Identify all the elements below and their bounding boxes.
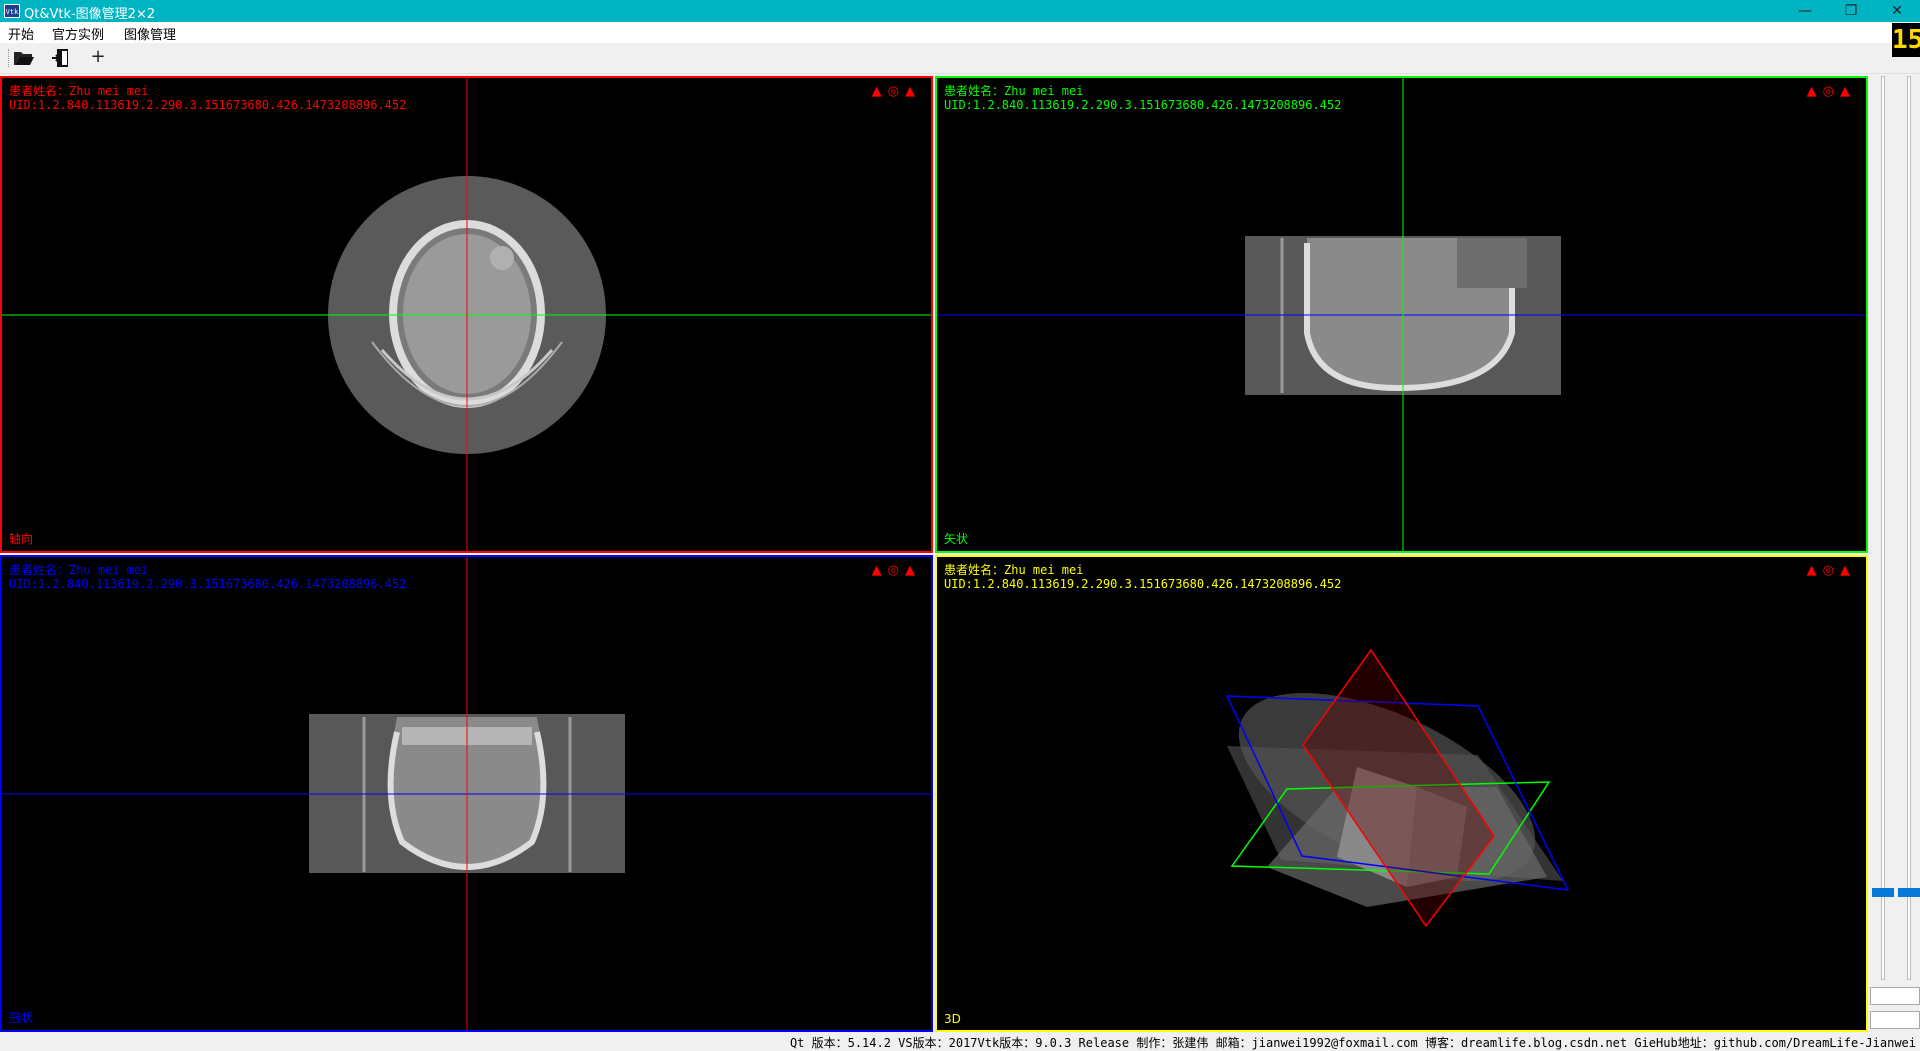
coronal-patient-name: 患者姓名：Zhu mei mei bbox=[9, 563, 149, 577]
add-button[interactable]: + bbox=[86, 47, 110, 69]
toolbar: + 15 bbox=[0, 23, 1920, 74]
exit-door-icon[interactable] bbox=[50, 47, 74, 69]
window-title: Qt&Vtk-图像管理2×2 bbox=[24, 7, 156, 22]
sagittal-orientation-icons[interactable]: ▲◎▲ bbox=[1807, 84, 1856, 99]
slider-track-right[interactable] bbox=[1907, 76, 1911, 980]
axial-crosshair bbox=[2, 78, 931, 551]
3d-view[interactable]: 患者姓名：Zhu mei mei UID:1.2.840.113619.2.29… bbox=[935, 555, 1868, 1032]
axial-patient-name: 患者姓名：Zhu mei mei bbox=[9, 84, 149, 98]
3d-patient-name: 患者姓名：Zhu mei mei bbox=[944, 563, 1084, 577]
spinbox-lower[interactable] bbox=[1870, 1011, 1920, 1029]
sagittal-info: 患者姓名：Zhu mei mei UID:1.2.840.113619.2.29… bbox=[944, 84, 1341, 112]
menu-official-examples[interactable]: 官方实例 bbox=[52, 24, 104, 43]
3d-orientation-icons[interactable]: ▲◎▲ bbox=[1807, 563, 1856, 578]
sagittal-uid: UID:1.2.840.113619.2.290.3.151673680.426… bbox=[944, 98, 1342, 112]
restore-button[interactable]: ❐ bbox=[1828, 0, 1874, 22]
menu-bar: 开始 官方实例 图像管理 bbox=[0, 22, 1920, 43]
slider-handle-right[interactable] bbox=[1898, 888, 1920, 897]
sagittal-patient-name: 患者姓名：Zhu mei mei bbox=[944, 84, 1084, 98]
sagittal-crosshair bbox=[937, 78, 1866, 551]
sagittal-view-label: 矢状 bbox=[944, 532, 969, 546]
title-bar: Vtk Qt&Vtk-图像管理2×2 — ❐ ✕ bbox=[0, 0, 1920, 22]
slider-track-left[interactable] bbox=[1881, 76, 1885, 980]
sagittal-view[interactable]: 患者姓名：Zhu mei mei UID:1.2.840.113619.2.29… bbox=[935, 76, 1868, 553]
toolbar-grip bbox=[8, 49, 10, 67]
axial-uid: UID:1.2.840.113619.2.290.3.151673680.426… bbox=[9, 98, 407, 112]
coronal-uid: UID:1.2.840.113619.2.290.3.151673680.426… bbox=[9, 577, 407, 591]
slider-handle-left[interactable] bbox=[1872, 888, 1894, 897]
minimize-button[interactable]: — bbox=[1782, 0, 1828, 22]
axial-info: 患者姓名：Zhu mei mei UID:1.2.840.113619.2.29… bbox=[9, 84, 406, 112]
status-bar: Qt 版本：5.14.2 VS版本：2017Vtk版本：9.0.3 Releas… bbox=[0, 1034, 1920, 1050]
status-text: Qt 版本：5.14.2 VS版本：2017Vtk版本：9.0.3 Releas… bbox=[789, 1036, 1916, 1050]
folder-open-icon[interactable] bbox=[12, 47, 36, 69]
menu-image-management[interactable]: 图像管理 bbox=[124, 24, 176, 43]
coronal-orientation-icons[interactable]: ▲◎▲ bbox=[872, 563, 921, 578]
spinbox-upper[interactable] bbox=[1870, 987, 1920, 1005]
3d-info: 患者姓名：Zhu mei mei UID:1.2.840.113619.2.29… bbox=[944, 563, 1341, 591]
axial-orientation-icons[interactable]: ▲◎▲ bbox=[872, 84, 921, 99]
3d-view-label: 3D bbox=[944, 1012, 961, 1026]
coronal-crosshair bbox=[2, 557, 931, 1030]
close-button[interactable]: ✕ bbox=[1874, 0, 1920, 22]
3d-volume-render bbox=[1225, 648, 1570, 928]
3d-uid: UID:1.2.840.113619.2.290.3.151673680.426… bbox=[944, 577, 1342, 591]
axial-view[interactable]: 患者姓名：Zhu mei mei UID:1.2.840.113619.2.29… bbox=[0, 76, 933, 553]
fps-counter: 15 bbox=[1892, 23, 1920, 57]
coronal-info: 患者姓名：Zhu mei mei UID:1.2.840.113619.2.29… bbox=[9, 563, 406, 591]
menu-start[interactable]: 开始 bbox=[8, 24, 34, 43]
axial-view-label: 轴向 bbox=[9, 532, 34, 546]
coronal-view-label: 冠状 bbox=[9, 1011, 34, 1025]
app-icon: Vtk bbox=[4, 4, 20, 18]
coronal-view[interactable]: 患者姓名：Zhu mei mei UID:1.2.840.113619.2.29… bbox=[0, 555, 933, 1032]
